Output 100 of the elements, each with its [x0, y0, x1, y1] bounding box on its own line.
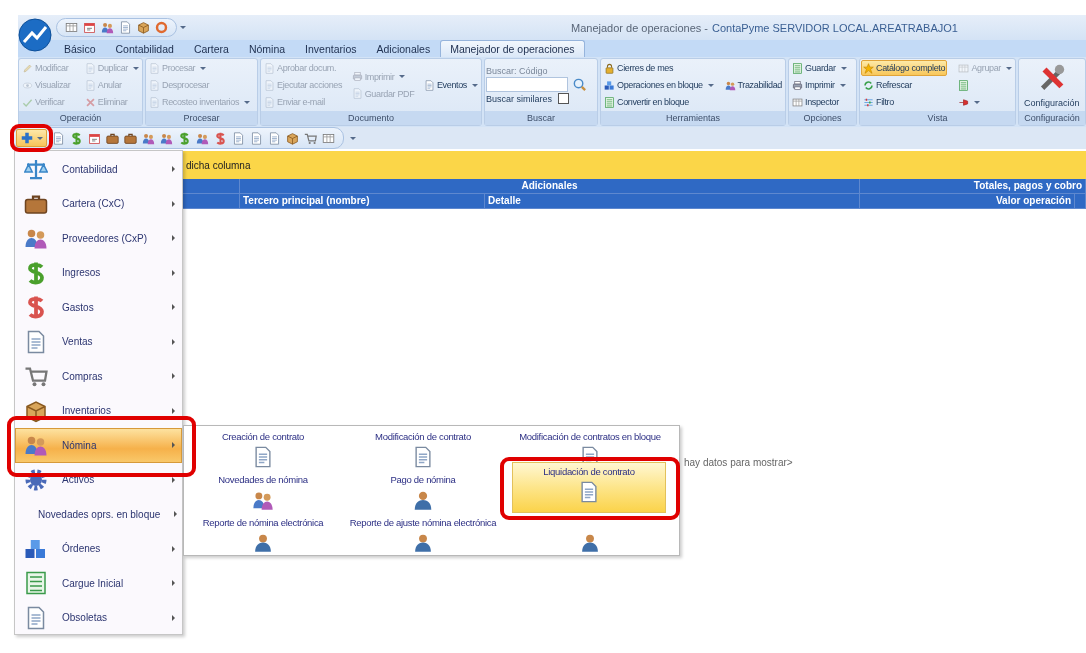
ribbon-button[interactable]: Operaciones en bloque [602, 77, 716, 93]
submenu-item[interactable]: Modificación de contrato [338, 427, 508, 470]
ribbon-tab[interactable]: Contabilidad [105, 40, 184, 57]
box-icon[interactable] [286, 131, 299, 145]
menu-item[interactable]: Compras [15, 359, 182, 394]
menu-item[interactable]: Proveedores (CxP) [15, 221, 182, 256]
ribbon-button[interactable]: Configuración [1020, 60, 1084, 110]
search-icon[interactable] [572, 77, 587, 92]
document-icon[interactable] [232, 131, 245, 145]
column-header[interactable]: Tercero principal (nombre) [240, 194, 485, 209]
submenu-item[interactable]: Reporte de nómina electrónica [188, 513, 338, 554]
document-icon[interactable] [119, 21, 132, 34]
ribbon-button[interactable]: Cierres de mes [602, 60, 716, 76]
document-icon [264, 62, 275, 74]
people-icon[interactable] [101, 21, 114, 34]
menu-item[interactable]: Obsoletas [15, 600, 182, 635]
checkbox[interactable] [558, 93, 569, 104]
ribbon-tab[interactable]: Cartera [183, 40, 239, 57]
dollar-icon[interactable] [70, 131, 83, 145]
caret-icon[interactable] [180, 26, 186, 29]
ribbon-button[interactable]: Inspector [790, 94, 849, 110]
submenu-arrow-icon [172, 580, 175, 587]
submenu-arrow-icon [172, 304, 175, 311]
document-icon [252, 446, 274, 468]
people-icon[interactable] [196, 131, 209, 145]
document-icon [149, 62, 160, 74]
calendar-icon[interactable] [83, 21, 96, 34]
menu-item[interactable]: Inventarios [15, 393, 182, 428]
checkbox-label: Buscar similares [486, 93, 552, 104]
ribbon-tab[interactable]: Básico [54, 40, 106, 57]
submenu-item[interactable]: Liquidación de contrato [512, 462, 666, 513]
cubes-icon [604, 79, 615, 91]
document-icon [412, 446, 434, 468]
submenu-arrow-icon [172, 235, 175, 242]
people-icon[interactable] [142, 131, 155, 145]
column-header[interactable]: Valor operación [860, 194, 1075, 209]
submenu-item[interactable]: Novedades de nómina [188, 470, 338, 513]
eye-icon [22, 79, 33, 91]
add-button[interactable] [16, 129, 47, 147]
ribbon-button[interactable]: Catálogo completo [861, 60, 948, 76]
menu-item[interactable]: Contabilidad [15, 152, 182, 187]
header-cell [1075, 194, 1086, 209]
document-icon[interactable] [268, 131, 281, 145]
table-icon[interactable] [322, 131, 335, 145]
spreadsheet-icon [792, 62, 803, 74]
cart-icon[interactable] [304, 131, 317, 145]
ribbon-button[interactable]: Imprimir [790, 77, 849, 93]
menu-item[interactable]: Ingresos [15, 255, 182, 290]
ribbon-button[interactable]: Filtro [861, 94, 948, 110]
ribbon-button[interactable]: Trazabilidad [722, 77, 784, 93]
group-label: Opciones [789, 111, 856, 125]
caret-icon[interactable] [350, 136, 356, 140]
dollar-icon[interactable] [214, 131, 227, 145]
document-icon[interactable] [52, 131, 65, 145]
column-group-header: Adicionales [240, 179, 860, 194]
submenu-arrow-icon [172, 200, 175, 207]
menu-item[interactable]: Gastos [15, 290, 182, 325]
submenu-arrow-icon [174, 511, 178, 518]
ribbon-tab[interactable]: Adicionales [366, 40, 441, 57]
submenu-item[interactable]: Pago de nómina [338, 470, 508, 513]
column-header[interactable]: Detalle [485, 194, 860, 209]
submenu-arrow-icon [172, 166, 175, 173]
ribbon-tab[interactable]: Manejador de operaciones [440, 40, 585, 57]
submenu-item[interactable]: Creación de contrato [188, 427, 338, 470]
menu-item[interactable]: Ventas [15, 324, 182, 359]
search-field[interactable] [486, 77, 568, 92]
document-icon [578, 481, 600, 503]
ribbon-tab[interactable]: Inventarios [295, 40, 367, 57]
group-label: Herramientas [601, 111, 785, 125]
briefcase-icon[interactable] [124, 131, 137, 145]
table-icon[interactable] [65, 21, 78, 34]
app-logo[interactable] [18, 18, 52, 52]
pencil-icon [22, 62, 33, 74]
group-label: Buscar [485, 111, 597, 125]
menu-item[interactable]: Cargue Inicial [15, 566, 182, 601]
scale-icon [24, 157, 48, 182]
document-icon [351, 88, 363, 99]
menu-item[interactable]: Cartera (CxC) [15, 186, 182, 221]
document-icon [149, 79, 160, 91]
ribbon-button[interactable]: Guardar [790, 60, 849, 76]
person-icon [412, 489, 434, 511]
lifebuoy-icon[interactable] [155, 21, 168, 34]
ribbon-tab[interactable]: Nómina [238, 40, 296, 57]
calendar-icon[interactable] [88, 131, 101, 145]
caret-icon [37, 136, 43, 140]
dollar-icon[interactable] [178, 131, 191, 145]
ribbon-button[interactable]: Refrescar [861, 77, 948, 93]
people-icon[interactable] [160, 131, 173, 145]
document-icon [264, 96, 275, 108]
filter-icon [863, 96, 874, 108]
document-icon[interactable] [250, 131, 263, 145]
ribbon-button[interactable]: Convertir en bloque [602, 94, 716, 110]
box-icon [24, 398, 48, 423]
menu-item[interactable]: Nómina [15, 428, 182, 463]
box-icon[interactable] [137, 21, 150, 34]
briefcase-icon[interactable] [106, 131, 119, 145]
menu-item[interactable]: Órdenes [15, 531, 182, 566]
submenu-item[interactable]: Reporte de ajuste nómina electrónica [338, 513, 508, 554]
menu-item[interactable]: Novedades oprs. en bloque [15, 497, 182, 532]
ribbon-button[interactable]: Eventos [421, 77, 480, 93]
